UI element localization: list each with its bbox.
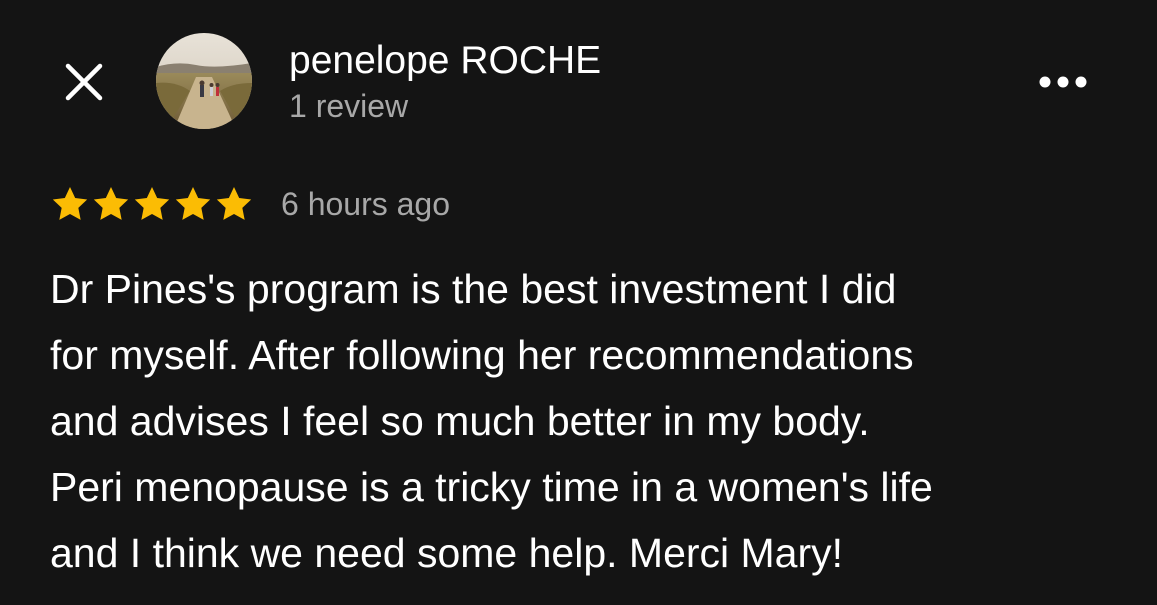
reviewer-name[interactable]: penelope ROCHE [289,38,601,84]
avatar-photo-icon [156,33,252,129]
close-icon [65,63,103,101]
more-options-button[interactable] [1030,60,1096,104]
avatar[interactable] [156,33,252,129]
review-text-line: Peri menopause is a tricky time in a wom… [50,464,933,510]
review-text-line: Dr Pines's program is the best investmen… [50,266,897,312]
review-text-line: for myself. After following her recommen… [50,332,914,378]
close-button[interactable] [58,56,110,108]
review-time: 6 hours ago [281,186,451,222]
review-text-line: and advises I feel so much better in my … [50,398,870,444]
rating-row: 6 hours ago [50,180,450,228]
more-horizontal-icon [1039,76,1087,88]
star-icon [216,187,252,220]
star-icon [134,187,170,220]
star-icon [52,187,88,220]
star-rating [50,184,255,224]
review-text-line: and I think we need some help. Merci Mar… [50,530,844,576]
star-icon [175,187,211,220]
star-icon [93,187,129,220]
review-text: Dr Pines's program is the best investmen… [50,256,1140,586]
review-count[interactable]: 1 review [289,86,408,126]
